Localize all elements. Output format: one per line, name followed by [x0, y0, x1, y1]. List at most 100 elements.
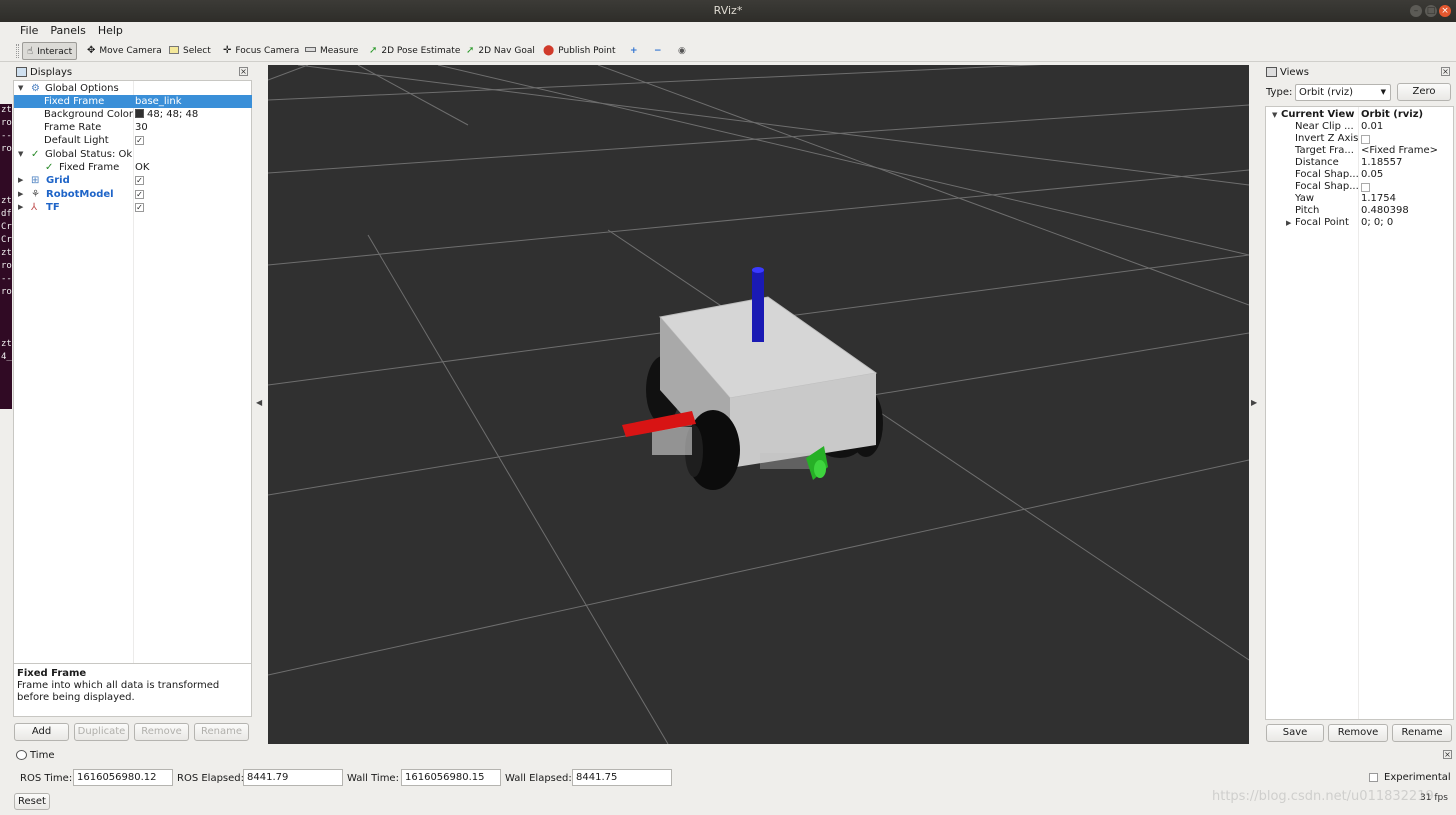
near-clip-value[interactable]: 0.01: [1361, 121, 1383, 133]
wall-elapsed-field[interactable]: 8441.75: [572, 769, 672, 786]
tree-row-default-light[interactable]: Default Light ✓: [14, 134, 252, 147]
close-icon[interactable]: ×: [1439, 5, 1451, 17]
nav-goal-tool-button[interactable]: ➚ 2D Nav Goal: [462, 42, 539, 60]
duplicate-display-button[interactable]: Duplicate: [74, 723, 129, 741]
expand-right-icon[interactable]: ▶: [1286, 217, 1291, 229]
collapse-right-icon[interactable]: ▶: [1251, 398, 1257, 407]
property-help-box: Fixed Frame Frame into which all data is…: [13, 663, 252, 717]
yaw-value[interactable]: 1.1754: [1361, 193, 1396, 205]
ros-elapsed-field[interactable]: 8441.79: [243, 769, 343, 786]
add-tool-icon[interactable]: +: [626, 42, 642, 60]
default-light-checkbox[interactable]: ✓: [135, 136, 144, 145]
menu-file[interactable]: File: [0, 22, 44, 38]
focal-shape-fixed-checkbox[interactable]: [1361, 183, 1370, 192]
tree-row-status-fixed-frame[interactable]: ✓ Fixed Frame OK: [14, 161, 252, 174]
reset-button[interactable]: Reset: [14, 793, 50, 810]
expand-right-icon[interactable]: ▶: [18, 174, 23, 187]
expand-right-icon[interactable]: ▶: [18, 188, 23, 201]
time-title: Time: [30, 750, 55, 761]
wall-time-field[interactable]: 1616056980.15: [401, 769, 501, 786]
tree-row-global-options[interactable]: ▼ ⚙ Global Options: [14, 82, 252, 95]
background-color-value[interactable]: 48; 48; 48: [135, 108, 198, 121]
tree-row-yaw[interactable]: Yaw 1.1754: [1266, 193, 1454, 205]
tree-row-current-view[interactable]: ▼ Current View Orbit (rviz): [1266, 109, 1454, 121]
clock-icon: [16, 750, 27, 760]
time-panel: Time × ROS Time: 1616056980.12 ROS Elaps…: [12, 748, 1456, 815]
ruler-icon: [305, 47, 316, 52]
tree-row-grid[interactable]: ▶ ⊞ Grid ✓: [14, 174, 252, 187]
interact-tool-button[interactable]: ☝ Interact: [22, 42, 78, 60]
tree-row-near-clip[interactable]: Near Clip ... 0.01: [1266, 121, 1454, 133]
map-pin-icon: ⬤: [543, 45, 555, 56]
displays-title: Displays: [30, 67, 73, 78]
render-viewport[interactable]: [268, 65, 1249, 744]
select-tool-button[interactable]: Select: [165, 42, 215, 60]
tree-row-global-status[interactable]: ▼ ✓ Global Status: Ok: [14, 148, 252, 161]
tree-row-focal-shape-fixed[interactable]: Focal Shap...: [1266, 181, 1454, 193]
view-type-select[interactable]: Orbit (rviz) ▼: [1295, 84, 1391, 101]
publish-point-label: Publish Point: [558, 46, 616, 56]
experimental-checkbox[interactable]: [1369, 773, 1378, 782]
grid-checkbox[interactable]: ✓: [135, 176, 144, 185]
tree-row-background-color[interactable]: Background Color 48; 48; 48: [14, 108, 252, 121]
expand-down-icon[interactable]: ▼: [18, 82, 23, 95]
color-swatch: [135, 109, 144, 118]
tool-properties-icon[interactable]: ◉: [674, 42, 690, 60]
chevron-down-icon: ▼: [1380, 88, 1386, 96]
expand-down-icon[interactable]: ▼: [1272, 109, 1277, 121]
expand-down-icon[interactable]: ▼: [18, 148, 23, 161]
ros-time-field[interactable]: 1616056980.12: [73, 769, 173, 786]
move-camera-icon: ✥: [87, 45, 96, 56]
zero-button[interactable]: Zero: [1397, 83, 1451, 101]
focus-camera-tool-button[interactable]: ✛ Focus Camera: [219, 42, 303, 60]
collapse-left-icon[interactable]: ◀: [256, 398, 262, 407]
move-camera-tool-button[interactable]: ✥ Move Camera: [83, 42, 166, 60]
tree-row-tf[interactable]: ▶ ⅄ TF ✓: [14, 201, 252, 214]
pitch-value[interactable]: 0.480398: [1361, 205, 1409, 217]
displays-close-icon[interactable]: ×: [239, 67, 248, 76]
tree-row-focal-point[interactable]: ▶ Focal Point 0; 0; 0: [1266, 217, 1454, 229]
tree-row-fixed-frame[interactable]: Fixed Frame base_link: [14, 95, 252, 108]
focal-point-value[interactable]: 0; 0; 0: [1361, 217, 1393, 229]
tf-axes-icon: ⅄: [31, 202, 38, 213]
remove-display-button[interactable]: Remove: [134, 723, 189, 741]
tree-row-invert-z[interactable]: Invert Z Axis: [1266, 133, 1454, 145]
pitch-label: Pitch: [1295, 205, 1320, 216]
tree-row-focal-shape-size[interactable]: Focal Shap... 0.05: [1266, 169, 1454, 181]
pose-estimate-tool-button[interactable]: ➚ 2D Pose Estimate: [365, 42, 464, 60]
views-tree[interactable]: ▼ Current View Orbit (rviz) Near Clip ..…: [1265, 106, 1454, 720]
invert-z-checkbox[interactable]: [1361, 135, 1370, 144]
frame-rate-value[interactable]: 30: [135, 121, 148, 134]
rename-display-button[interactable]: Rename: [194, 723, 249, 741]
pose-arrow-icon: ➚: [369, 45, 378, 56]
rename-view-button[interactable]: Rename: [1392, 724, 1452, 742]
toolbar-grip[interactable]: [16, 44, 19, 58]
remove-tool-icon[interactable]: −: [650, 42, 666, 60]
tree-row-distance[interactable]: Distance 1.18557: [1266, 157, 1454, 169]
views-close-icon[interactable]: ×: [1441, 67, 1450, 76]
add-display-button[interactable]: Add: [14, 723, 69, 741]
remove-view-button[interactable]: Remove: [1328, 724, 1388, 742]
focal-shape-size-value[interactable]: 0.05: [1361, 169, 1383, 181]
distance-value[interactable]: 1.18557: [1361, 157, 1402, 169]
publish-point-tool-button[interactable]: ⬤ Publish Point: [539, 42, 620, 60]
tree-row-robot-model[interactable]: ▶ ⚘ RobotModel ✓: [14, 188, 252, 201]
save-view-button[interactable]: Save: [1266, 724, 1324, 742]
fixed-frame-value[interactable]: base_link: [135, 95, 182, 108]
pose-estimate-label: 2D Pose Estimate: [381, 46, 461, 56]
minimize-icon[interactable]: –: [1410, 5, 1422, 17]
expand-right-icon[interactable]: ▶: [18, 201, 23, 214]
maximize-icon[interactable]: □: [1425, 5, 1437, 17]
menu-help[interactable]: Help: [92, 22, 129, 38]
menu-panels[interactable]: Panels: [44, 22, 91, 38]
tree-row-pitch[interactable]: Pitch 0.480398: [1266, 205, 1454, 217]
focus-camera-icon: ✛: [223, 45, 232, 56]
robot-model-checkbox[interactable]: ✓: [135, 190, 144, 199]
target-frame-value[interactable]: <Fixed Frame>: [1361, 145, 1438, 157]
displays-tree[interactable]: ▼ ⚙ Global Options Fixed Frame base_link…: [13, 80, 252, 675]
tree-row-frame-rate[interactable]: Frame Rate 30: [14, 121, 252, 134]
measure-tool-button[interactable]: Measure: [301, 42, 362, 60]
tree-row-target-frame[interactable]: Target Fra... <Fixed Frame>: [1266, 145, 1454, 157]
tf-checkbox[interactable]: ✓: [135, 203, 144, 212]
time-close-icon[interactable]: ×: [1443, 750, 1452, 759]
